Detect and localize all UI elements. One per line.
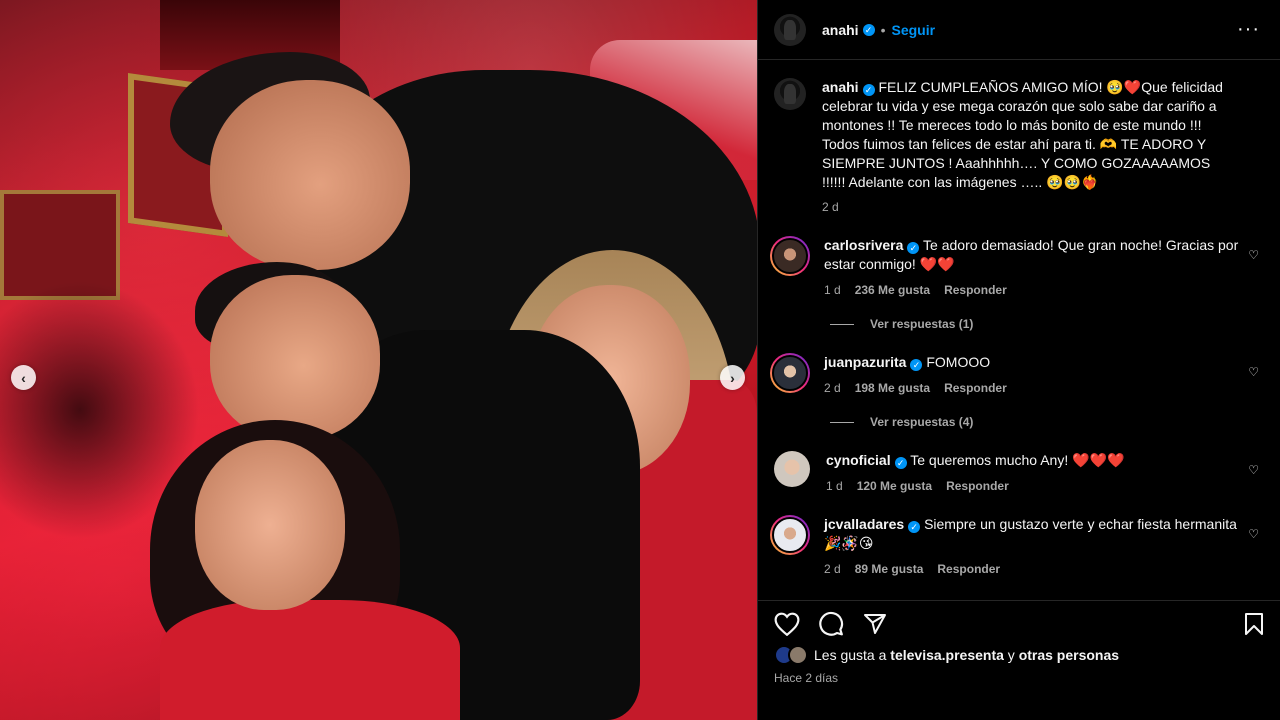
comment-time: 2 d bbox=[824, 562, 841, 576]
comment-meta: 1 d 236 Me gusta Responder bbox=[824, 283, 1244, 297]
avatar[interactable] bbox=[774, 13, 806, 46]
view-replies-button[interactable]: Ver respuestas (1) bbox=[830, 317, 1265, 331]
post-actions: Les gusta a televisa.presenta y otras pe… bbox=[758, 600, 1280, 720]
comment-item: juanpazurita ✓ FOMOOO 2 d 198 Me gusta Re… bbox=[770, 353, 1265, 395]
reply-button[interactable]: Responder bbox=[944, 381, 1007, 395]
comment-text-block: juanpazurita ✓ FOMOOO bbox=[824, 353, 1244, 372]
author-username[interactable]: anahi bbox=[822, 22, 859, 38]
caption-text: FELIZ CUMPLEAÑOS AMIGO MÍO! 🥹❤️Que felic… bbox=[822, 79, 1223, 190]
share-icon[interactable] bbox=[862, 612, 888, 636]
likes-conj: y bbox=[1007, 647, 1015, 663]
comment-text: FOMOOO bbox=[926, 354, 991, 370]
comment-username[interactable]: cynoficial bbox=[826, 452, 891, 468]
action-icons bbox=[758, 601, 1280, 641]
caption-meta: 2 d bbox=[822, 200, 1232, 214]
comment-meta: 2 d 198 Me gusta Responder bbox=[824, 381, 1244, 395]
post-side-panel: anahi ✓ • Seguir ··· anahi ✓ FELIZ CUMPLE… bbox=[757, 0, 1280, 720]
avatar bbox=[788, 645, 808, 665]
separator-dot: • bbox=[880, 21, 886, 38]
caption-time: 2 d bbox=[822, 200, 839, 214]
comments-list[interactable]: anahi ✓ FELIZ CUMPLEAÑOS AMIGO MÍO! 🥹❤️Qu… bbox=[758, 60, 1280, 600]
more-options-icon[interactable]: ··· bbox=[1237, 18, 1260, 41]
comment-text-block: cynoficial ✓ Te queremos mucho Any! ❤️❤️❤… bbox=[826, 451, 1246, 470]
photo-person-left-face bbox=[195, 440, 345, 610]
comment-item: cynoficial ✓ Te queremos mucho Any! ❤️❤️❤… bbox=[774, 451, 1265, 493]
comment-likes[interactable]: 120 Me gusta bbox=[857, 479, 932, 493]
caption-username[interactable]: anahi bbox=[822, 79, 859, 95]
verified-badge-icon: ✓ bbox=[907, 242, 920, 254]
likes-summary[interactable]: Les gusta a televisa.presenta y otras pe… bbox=[758, 641, 1280, 665]
caption-text-block: anahi ✓ FELIZ CUMPLEAÑOS AMIGO MÍO! 🥹❤️Qu… bbox=[822, 78, 1232, 192]
comment-like-heart-icon[interactable]: ♡ bbox=[1248, 527, 1259, 541]
comment-item: jcvalladares ✓ Siempre un gustazo verte y… bbox=[770, 515, 1265, 576]
like-heart-icon[interactable] bbox=[774, 612, 800, 636]
comment-icon[interactable] bbox=[818, 611, 844, 637]
comment-likes[interactable]: 236 Me gusta bbox=[855, 283, 930, 297]
chevron-right-icon: › bbox=[730, 369, 735, 386]
carousel-next-button[interactable]: › bbox=[720, 365, 745, 390]
comment-text: Te queremos mucho Any! ❤️❤️❤️ bbox=[910, 452, 1125, 468]
avatar[interactable] bbox=[770, 353, 810, 393]
photo-person-top-face bbox=[210, 80, 410, 270]
likes-prefix: Les gusta a bbox=[814, 647, 887, 663]
post-timestamp: Hace 2 días bbox=[774, 671, 839, 685]
follow-button[interactable]: Seguir bbox=[891, 22, 935, 38]
comment-username[interactable]: juanpazurita bbox=[824, 354, 906, 370]
reply-button[interactable]: Responder bbox=[946, 479, 1009, 493]
chevron-left-icon: ‹ bbox=[21, 369, 26, 386]
comment-time: 1 d bbox=[826, 479, 843, 493]
comment-time: 2 d bbox=[824, 381, 841, 395]
comment-meta: 1 d 120 Me gusta Responder bbox=[826, 479, 1246, 493]
verified-badge-icon: ✓ bbox=[894, 457, 907, 469]
comment-likes[interactable]: 198 Me gusta bbox=[855, 381, 930, 395]
likes-others[interactable]: otras personas bbox=[1019, 647, 1119, 663]
post-header: anahi ✓ • Seguir ··· bbox=[758, 0, 1280, 60]
verified-badge-icon: ✓ bbox=[862, 84, 875, 96]
carousel-prev-button[interactable]: ‹ bbox=[11, 365, 36, 390]
bookmark-icon[interactable] bbox=[1243, 612, 1265, 636]
view-replies-button[interactable]: Ver respuestas (4) bbox=[830, 415, 1265, 429]
comment-meta: 2 d 89 Me gusta Responder bbox=[824, 562, 1244, 576]
photo-person-left-body bbox=[160, 600, 460, 720]
verified-badge-icon: ✓ bbox=[862, 23, 875, 36]
comment-username[interactable]: carlosrivera bbox=[824, 237, 903, 253]
comment-time: 1 d bbox=[824, 283, 841, 297]
likes-user[interactable]: televisa.presenta bbox=[890, 647, 1004, 663]
reply-button[interactable]: Responder bbox=[944, 283, 1007, 297]
comment-like-heart-icon[interactable]: ♡ bbox=[1248, 463, 1259, 477]
verified-badge-icon: ✓ bbox=[910, 359, 923, 371]
caption: anahi ✓ FELIZ CUMPLEAÑOS AMIGO MÍO! 🥹❤️Qu… bbox=[774, 78, 1265, 214]
avatar[interactable] bbox=[774, 451, 810, 487]
photo-person-middle-face bbox=[210, 275, 380, 440]
comment-likes[interactable]: 89 Me gusta bbox=[855, 562, 924, 576]
comment-like-heart-icon[interactable]: ♡ bbox=[1248, 248, 1259, 262]
avatar[interactable] bbox=[770, 236, 810, 276]
post-photo[interactable]: ‹ › bbox=[0, 0, 757, 720]
verified-badge-icon: ✓ bbox=[908, 521, 921, 533]
comment-text-block: jcvalladares ✓ Siempre un gustazo verte y… bbox=[824, 515, 1244, 553]
comment-item: carlosrivera ✓ Te adoro demasiado! Que gr… bbox=[770, 236, 1265, 297]
comment-username[interactable]: jcvalladares bbox=[824, 516, 904, 532]
avatar[interactable] bbox=[774, 78, 806, 110]
comment-text-block: carlosrivera ✓ Te adoro demasiado! Que gr… bbox=[824, 236, 1244, 274]
comment-like-heart-icon[interactable]: ♡ bbox=[1248, 365, 1259, 379]
avatar[interactable] bbox=[770, 515, 810, 555]
reply-button[interactable]: Responder bbox=[937, 562, 1000, 576]
